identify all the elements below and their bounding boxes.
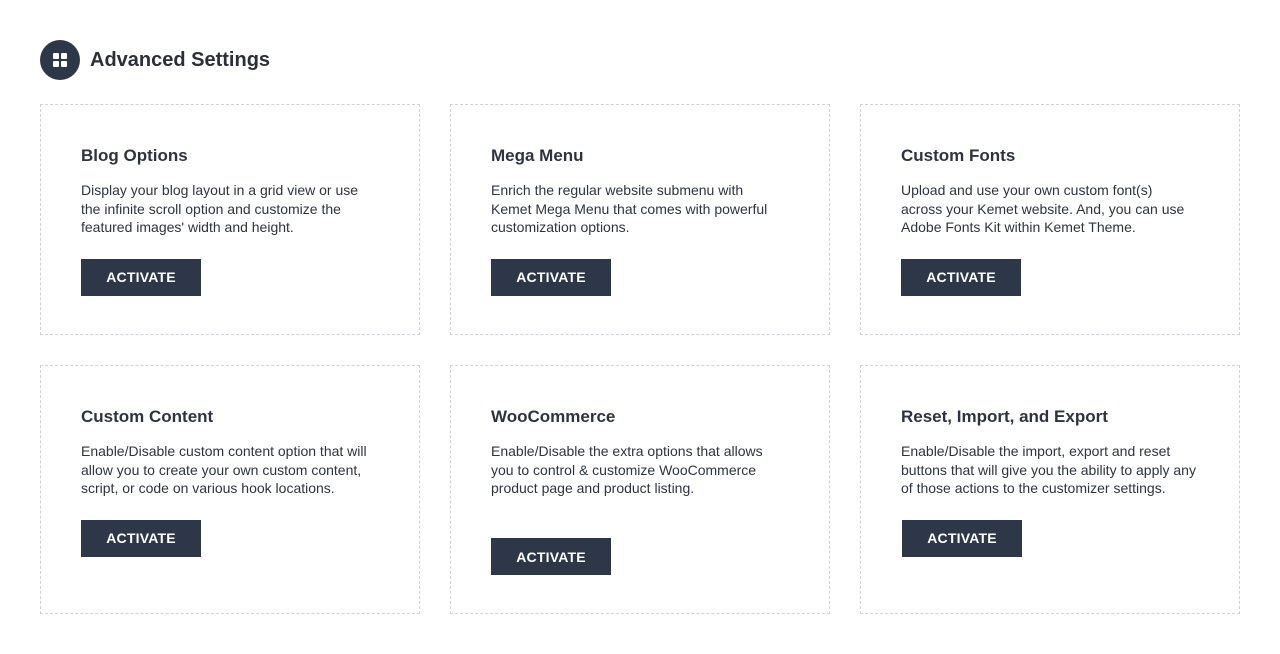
card-custom-fonts: Custom Fonts Upload and use your own cus…	[860, 104, 1240, 335]
card-woocommerce: WooCommerce Enable/Disable the extra opt…	[450, 365, 830, 614]
settings-grid: Blog Options Display your blog layout in…	[40, 104, 1240, 614]
card-description: Enable/Disable custom content option tha…	[81, 443, 367, 496]
activate-custom-content-button[interactable]: ACTIVATE	[81, 519, 201, 557]
grid-icon	[40, 40, 80, 80]
activate-blog-options-button[interactable]: ACTIVATE	[81, 258, 201, 296]
card-reset-import-export: Reset, Import, and Export Enable/Disable…	[860, 365, 1240, 614]
card-blog-options: Blog Options Display your blog layout in…	[40, 104, 420, 335]
card-title: Blog Options	[81, 146, 188, 165]
card-custom-content: Custom Content Enable/Disable custom con…	[40, 365, 420, 614]
card-title: Mega Menu	[491, 146, 584, 165]
activate-custom-fonts-button[interactable]: ACTIVATE	[901, 258, 1021, 296]
card-description: Upload and use your own custom font(s) a…	[901, 182, 1185, 235]
activate-reset-import-export-button[interactable]: ACTIVATE	[902, 519, 1022, 557]
card-title: Custom Content	[81, 407, 214, 426]
grid-icon-glyph	[53, 53, 67, 67]
card-title: WooCommerce	[491, 407, 616, 426]
card-title: Reset, Import, and Export	[901, 407, 1108, 426]
card-description: Enable/Disable the extra options that al…	[491, 443, 763, 496]
card-description: Enrich the regular website submenu with …	[491, 182, 768, 235]
card-description: Display your blog layout in a grid view …	[81, 182, 359, 235]
card-mega-menu: Mega Menu Enrich the regular website sub…	[450, 104, 830, 335]
page-header: Advanced Settings	[40, 40, 270, 80]
page-title: Advanced Settings	[90, 48, 271, 71]
card-description: Enable/Disable the import, export and re…	[901, 443, 1196, 496]
activate-woocommerce-button[interactable]: ACTIVATE	[491, 538, 611, 575]
activate-mega-menu-button[interactable]: ACTIVATE	[491, 258, 611, 296]
card-title: Custom Fonts	[901, 146, 1016, 165]
